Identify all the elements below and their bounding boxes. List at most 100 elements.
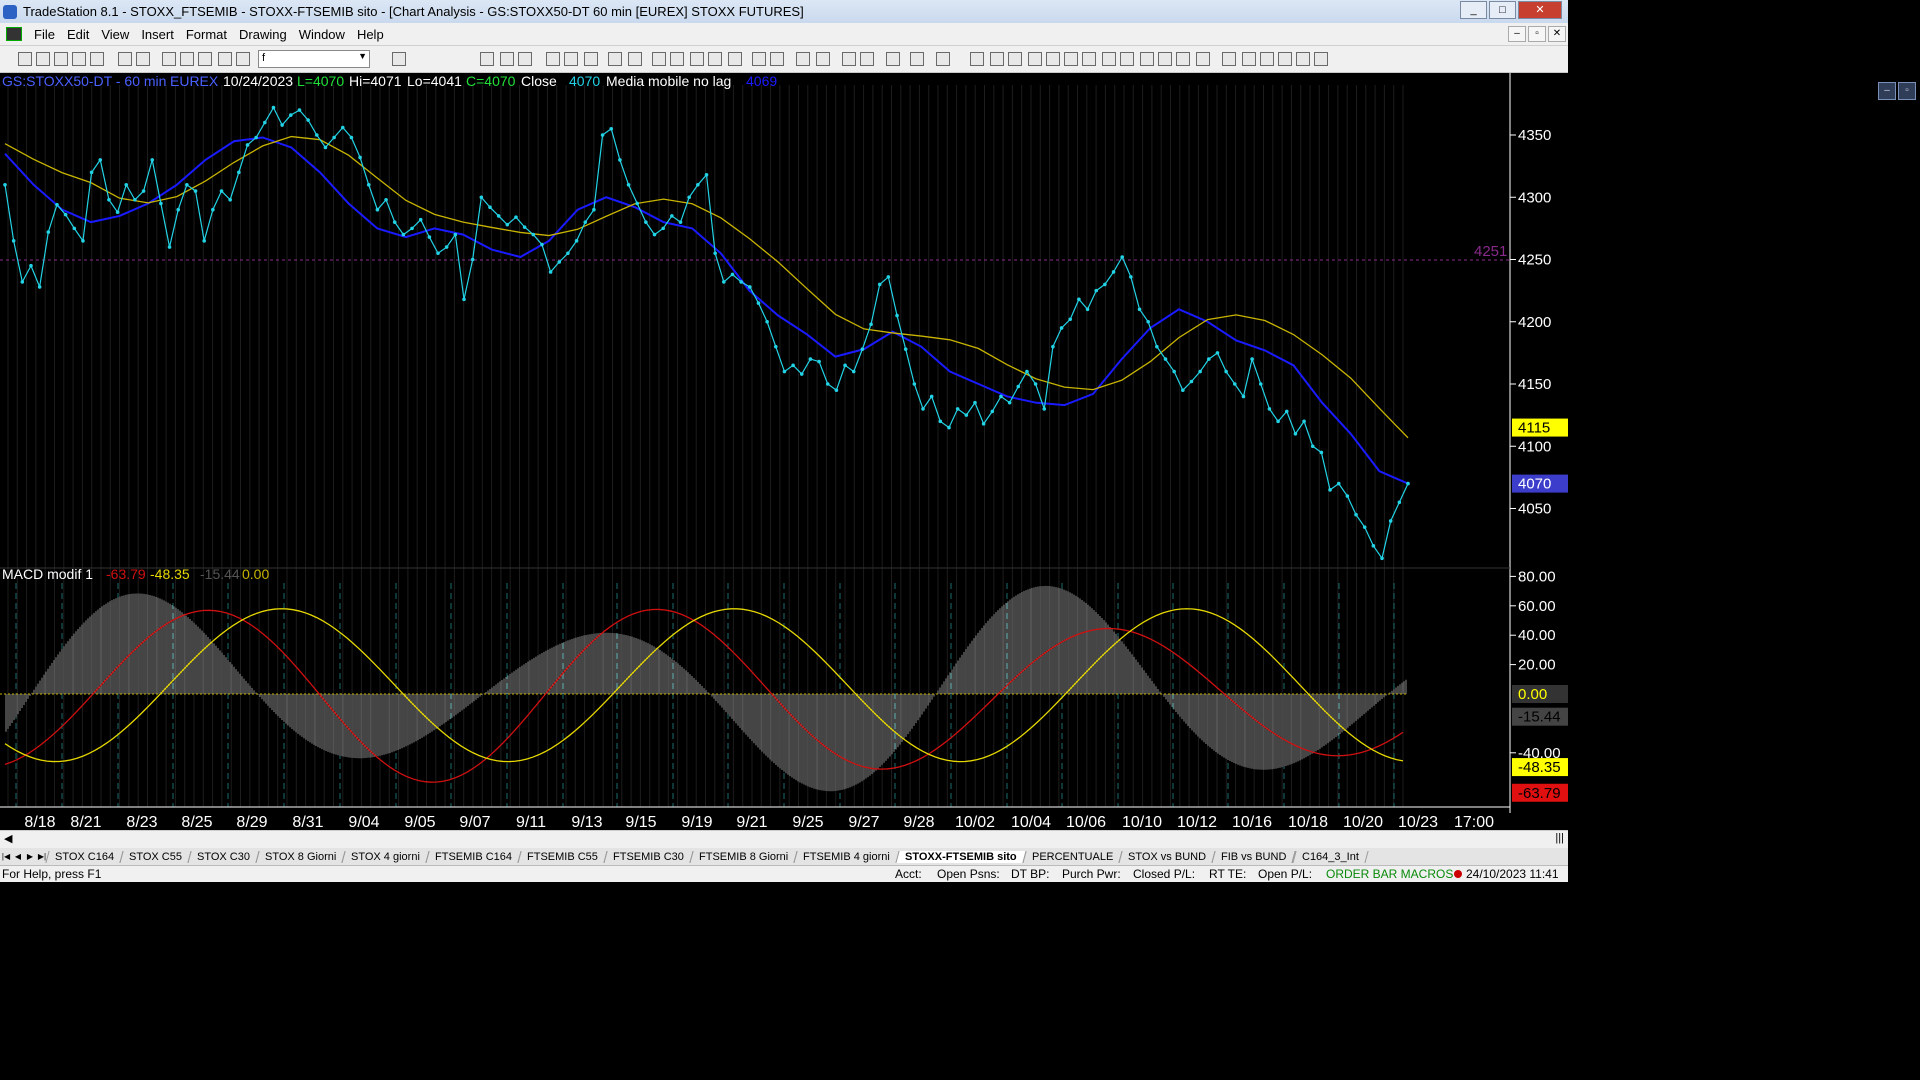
chart-restore-button[interactable]: ▫ xyxy=(1898,82,1916,100)
scroll-left-icon[interactable]: ◀ xyxy=(4,832,12,845)
chart-minimize-button[interactable]: – xyxy=(1878,82,1896,100)
toolbar-tool-40-icon[interactable] xyxy=(1046,52,1060,66)
maximize-button[interactable]: □ xyxy=(1489,1,1516,19)
toolbar-tool-10-icon[interactable] xyxy=(198,52,212,66)
symbol-dropdown[interactable]: f ▼ xyxy=(258,50,370,68)
toolbar-tool-42-icon[interactable] xyxy=(1082,52,1096,66)
workspace-tab[interactable]: FTSEMIB 8 Giorni xyxy=(689,850,799,863)
toolbar-tool-22-icon[interactable] xyxy=(652,52,666,66)
toolbar-tool-31-icon[interactable] xyxy=(842,52,856,66)
toolbar-tool-23-icon[interactable] xyxy=(670,52,684,66)
menu-insert[interactable]: Insert xyxy=(135,27,180,42)
toolbar-tool-20-icon[interactable] xyxy=(608,52,622,66)
menu-edit[interactable]: Edit xyxy=(61,27,95,42)
toolbar-tool-11-icon[interactable] xyxy=(218,52,232,66)
toolbar-tool-50-icon[interactable] xyxy=(1242,52,1256,66)
toolbar-tool-52-icon[interactable] xyxy=(1278,52,1292,66)
toolbar-tool-29-icon[interactable] xyxy=(796,52,810,66)
toolbar-tool-15-icon[interactable] xyxy=(500,52,514,66)
toolbar-tool-1-icon[interactable] xyxy=(18,52,32,66)
workspace-tab[interactable]: FTSEMIB 4 giorni xyxy=(793,850,900,863)
toolbar-tool-45-icon[interactable] xyxy=(1140,52,1154,66)
toolbar-tool-4-icon[interactable] xyxy=(72,52,86,66)
toolbar-tool-33-icon[interactable] xyxy=(886,52,900,66)
tab-first-icon[interactable]: |◀ xyxy=(0,852,12,861)
toolbar-tool-24-icon[interactable] xyxy=(690,52,704,66)
toolbar-tool-14-icon[interactable] xyxy=(480,52,494,66)
workspace-tab[interactable]: STOXX-FTSEMIB sito xyxy=(895,850,1027,863)
chart-area[interactable]: 4251 GS:STOXX50-DT - 60 min EUREX 10/24/… xyxy=(0,73,1568,830)
chart-window-icon[interactable] xyxy=(6,27,22,41)
workspace-tab[interactable]: STOX C55 xyxy=(119,850,192,863)
menu-view[interactable]: View xyxy=(95,27,135,42)
horizontal-scrollbar[interactable]: ◀ ||| xyxy=(0,830,1568,848)
tab-next-icon[interactable]: ▶ xyxy=(24,852,36,861)
menu-help[interactable]: Help xyxy=(351,27,390,42)
toolbar-tool-51-icon[interactable] xyxy=(1260,52,1274,66)
toolbar-tool-25-icon[interactable] xyxy=(708,52,722,66)
toolbar-tool-30-icon[interactable] xyxy=(816,52,830,66)
toolbar-tool-34-icon[interactable] xyxy=(910,52,924,66)
toolbar-tool-5-icon[interactable] xyxy=(90,52,104,66)
toolbar-tool-9-icon[interactable] xyxy=(180,52,194,66)
toolbar-tool-49-icon[interactable] xyxy=(1222,52,1236,66)
menu-file[interactable]: File xyxy=(28,27,61,42)
toolbar-tool-46-icon[interactable] xyxy=(1158,52,1172,66)
workspace-tab[interactable]: PERCENTUALE xyxy=(1022,850,1123,863)
toolbar-tool-32-icon[interactable] xyxy=(860,52,874,66)
toolbar-tool-19-icon[interactable] xyxy=(584,52,598,66)
toolbar-tool-2-icon[interactable] xyxy=(36,52,50,66)
menu-format[interactable]: Format xyxy=(180,27,233,42)
workspace-tab[interactable]: STOX C30 xyxy=(187,850,260,863)
toolbar-tool-3-icon[interactable] xyxy=(54,52,68,66)
toolbar-tool-41-icon[interactable] xyxy=(1064,52,1078,66)
toolbar-tool-37-icon[interactable] xyxy=(990,52,1004,66)
toolbar-tool-43-icon[interactable] xyxy=(1102,52,1116,66)
toolbar-tool-39-icon[interactable] xyxy=(1028,52,1042,66)
close-point xyxy=(107,197,111,202)
tab-prev-icon[interactable]: ◀ xyxy=(12,852,24,861)
toolbar-tool-48-icon[interactable] xyxy=(1196,52,1210,66)
toolbar-tool-16-icon[interactable] xyxy=(518,52,532,66)
toolbar-tool-21-icon[interactable] xyxy=(628,52,642,66)
minimize-button[interactable]: _ xyxy=(1460,1,1487,19)
toolbar-tool-28-icon[interactable] xyxy=(770,52,784,66)
date-tick-label: 8/21 xyxy=(70,814,101,830)
workspace-tab[interactable]: FTSEMIB C55 xyxy=(517,850,608,863)
mdi-close-button[interactable]: ✕ xyxy=(1548,26,1566,42)
close-point xyxy=(427,235,432,239)
toolbar-tool-53-icon[interactable] xyxy=(1296,52,1310,66)
toolbar-tool-13-icon[interactable] xyxy=(392,52,406,66)
toolbar-tool-35-icon[interactable] xyxy=(936,52,950,66)
workspace-tab[interactable]: FIB vs BUND xyxy=(1211,850,1297,863)
toolbar-tool-26-icon[interactable] xyxy=(728,52,742,66)
scroll-right-icon[interactable]: ||| xyxy=(1555,832,1564,844)
toolbar-tool-6-icon[interactable] xyxy=(118,52,132,66)
close-button[interactable]: ✕ xyxy=(1518,1,1562,19)
toolbar-tool-47-icon[interactable] xyxy=(1176,52,1190,66)
toolbar-tool-7-icon[interactable] xyxy=(136,52,150,66)
toolbar-tool-17-icon[interactable] xyxy=(546,52,560,66)
close-point xyxy=(150,158,155,162)
toolbar-tool-18-icon[interactable] xyxy=(564,52,578,66)
toolbar-tool-27-icon[interactable] xyxy=(752,52,766,66)
workspace-tab[interactable]: STOX C164 xyxy=(45,850,124,863)
toolbar-tool-36-icon[interactable] xyxy=(970,52,984,66)
toolbar-tool-38-icon[interactable] xyxy=(1008,52,1022,66)
toolbar-tool-12-icon[interactable] xyxy=(236,52,250,66)
toolbar-tool-44-icon[interactable] xyxy=(1120,52,1134,66)
toolbar-tool-8-icon[interactable] xyxy=(162,52,176,66)
workspace-tab[interactable]: STOX vs BUND xyxy=(1118,850,1216,863)
toolbar-tool-54-icon[interactable] xyxy=(1314,52,1328,66)
workspace-tab[interactable]: STOX 8 Giorni xyxy=(255,850,347,863)
macros-label[interactable]: ORDER BAR MACROS xyxy=(1326,867,1453,881)
workspace-tab[interactable]: FTSEMIB C30 xyxy=(603,850,694,863)
mdi-restore-button[interactable]: ▫ xyxy=(1528,26,1546,42)
workspace-tab[interactable]: FTSEMIB C164 xyxy=(425,850,522,863)
menu-window[interactable]: Window xyxy=(293,27,351,42)
workspace-tab[interactable]: STOX 4 giorni xyxy=(341,850,430,863)
menu-drawing[interactable]: Drawing xyxy=(233,27,293,42)
workspace-tab[interactable]: C164_3_Int xyxy=(1292,850,1369,863)
close-point xyxy=(895,313,899,318)
mdi-minimize-button[interactable]: – xyxy=(1508,26,1526,42)
